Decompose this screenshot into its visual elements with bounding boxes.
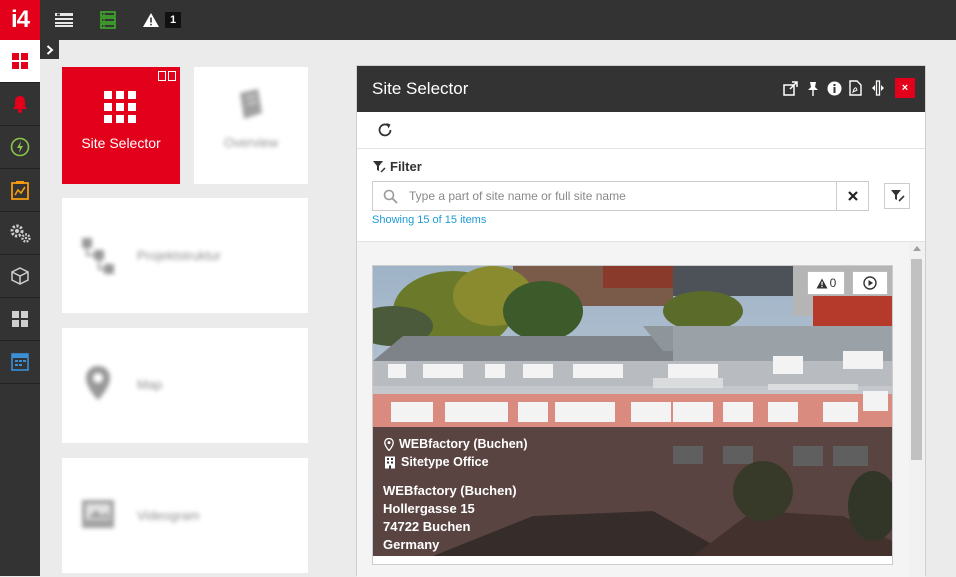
refresh-icon[interactable]: [376, 121, 394, 139]
site-card[interactable]: 0 WEBfactory (Buchen) Sitetype Office WE…: [372, 265, 893, 565]
site-alarms-button[interactable]: 0: [807, 271, 845, 295]
tile-map[interactable]: Map: [62, 328, 308, 443]
sidebar-item-dashboards[interactable]: [0, 298, 40, 341]
play-circle-icon: [863, 276, 877, 290]
site-selector-panel: Site Selector × Filter Showing 15 of: [356, 65, 926, 577]
filter-heading: Filter: [372, 159, 422, 174]
expand-sidebar-button[interactable]: [40, 40, 59, 59]
tile-videogram[interactable]: Videogram: [62, 458, 308, 573]
alarm-count-badge: 1: [165, 12, 181, 28]
bell-icon: [13, 96, 27, 113]
top-bar: i4 1: [0, 0, 956, 40]
pdf-icon[interactable]: [847, 80, 863, 96]
tile-projektstruktur[interactable]: Projektstruktur: [62, 198, 308, 313]
items-count-text: Showing 15 of 15 items: [372, 214, 487, 226]
server-icon[interactable]: [98, 10, 118, 30]
grid-icon: [12, 53, 28, 69]
panel-title: Site Selector: [372, 79, 469, 98]
grid-icon: [104, 91, 136, 123]
sidebar-item-reports[interactable]: [0, 169, 40, 212]
address-line: 74722 Buchen: [383, 519, 471, 534]
lightning-icon: [10, 137, 30, 157]
image-icon: [82, 500, 114, 528]
tile-label: Overview: [223, 135, 279, 150]
dashboard-icon: [12, 311, 28, 327]
site-type: Sitetype Office: [384, 455, 489, 469]
sidebar-item-home[interactable]: [0, 40, 40, 83]
panel-header: Site Selector ×: [357, 66, 925, 112]
scrollbar[interactable]: [909, 242, 925, 577]
map-pin-icon: [384, 437, 394, 451]
scroll-thumb[interactable]: [911, 259, 922, 460]
tile-label: Site Selector: [81, 135, 161, 151]
chevron-right-icon: [46, 44, 54, 55]
list-icon[interactable]: [54, 10, 74, 30]
address-line: WEBfactory (Buchen): [383, 483, 517, 498]
filter-icon: [373, 161, 386, 173]
sidebar-item-energy[interactable]: [0, 126, 40, 169]
site-type-text: Sitetype Office: [401, 455, 489, 469]
sidebar: [0, 40, 40, 576]
tile-overview[interactable]: Overview: [194, 67, 308, 184]
tile-site-selector[interactable]: Site Selector: [62, 67, 180, 184]
app-logo[interactable]: i4: [0, 0, 40, 40]
warning-icon[interactable]: [141, 10, 161, 30]
box-icon: [11, 267, 29, 285]
scroll-up-arrow[interactable]: [913, 246, 921, 251]
resize-icon[interactable]: [870, 80, 886, 96]
map-pin-icon: [86, 366, 110, 400]
tile-label: Videogram: [137, 508, 200, 523]
document-icon: [240, 89, 262, 119]
site-alarm-count: 0: [829, 276, 837, 290]
address-line: Hollergasse 15: [383, 501, 475, 516]
report-icon: [11, 181, 29, 200]
tile-label: Map: [137, 377, 163, 392]
site-list: 0 WEBfactory (Buchen) Sitetype Office WE…: [357, 242, 925, 577]
tree-icon: [82, 238, 114, 274]
calendar-icon: [11, 353, 29, 371]
address-line: Germany: [383, 537, 440, 552]
site-location-text: WEBfactory (Buchen): [399, 437, 528, 451]
clear-filter-button[interactable]: [884, 183, 910, 209]
site-info-overlay: WEBfactory (Buchen) Sitetype Office WEBf…: [373, 427, 892, 556]
sidebar-item-alarms[interactable]: [0, 83, 40, 126]
divider: [357, 148, 925, 149]
pin-icon[interactable]: [805, 80, 821, 96]
close-icon: [847, 191, 858, 201]
sidebar-item-objects[interactable]: [0, 255, 40, 298]
warning-icon: [816, 278, 828, 288]
search-input[interactable]: [407, 182, 833, 210]
tile-label: Projektstruktur: [137, 248, 221, 263]
building-icon: [385, 456, 395, 468]
sidebar-item-settings[interactable]: [0, 212, 40, 255]
sidebar-item-calendar[interactable]: [0, 341, 40, 384]
site-play-button[interactable]: [852, 271, 888, 295]
external-link-icon[interactable]: [782, 80, 798, 96]
search-box: [372, 181, 869, 211]
search-icon: [383, 189, 398, 204]
info-icon[interactable]: [826, 80, 842, 96]
gears-icon: [10, 224, 31, 243]
close-button[interactable]: ×: [895, 78, 915, 98]
filter-label: Filter: [390, 159, 422, 174]
tile-corner-icon: [158, 71, 176, 81]
site-location: WEBfactory (Buchen): [384, 437, 527, 451]
filter-edit-icon: [890, 190, 905, 202]
clear-search-button[interactable]: [836, 182, 868, 210]
